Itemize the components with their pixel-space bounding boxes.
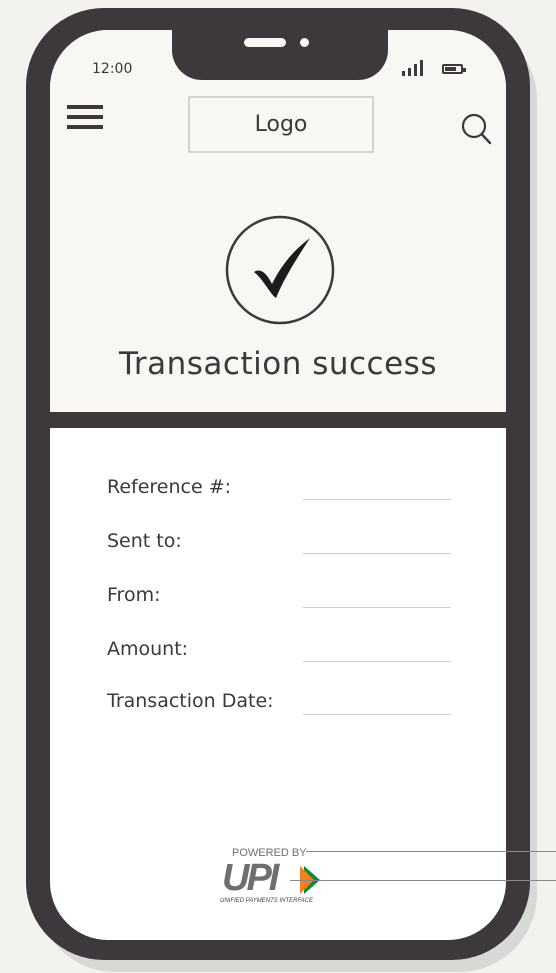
detail-label: From: xyxy=(107,584,161,606)
menu-icon[interactable] xyxy=(67,105,103,129)
detail-value-line xyxy=(303,714,451,715)
status-time: 12:00 xyxy=(92,61,133,77)
phone-screen: 12:00 Logo Transaction success Reference… xyxy=(50,30,506,940)
callout-line xyxy=(306,851,556,852)
detail-row-sent-to: Sent to: xyxy=(107,530,457,562)
detail-row-from: From: xyxy=(107,584,457,616)
notch xyxy=(172,30,388,80)
divider-band xyxy=(50,412,506,428)
callout-line xyxy=(290,880,556,881)
detail-label: Transaction Date: xyxy=(107,690,274,712)
checkmark-icon xyxy=(225,215,335,325)
detail-label: Reference #: xyxy=(107,476,232,498)
signal-icon xyxy=(402,60,432,76)
detail-row-reference: Reference #: xyxy=(107,476,457,508)
upi-logo: POWERED BY UPI UNIFIED PAYMENTS INTERFAC… xyxy=(216,847,396,911)
detail-value-line xyxy=(303,553,451,554)
detail-value-line xyxy=(303,607,451,608)
detail-value-line xyxy=(303,661,451,662)
camera-dot xyxy=(300,38,309,47)
detail-label: Amount: xyxy=(107,638,189,660)
logo[interactable]: Logo xyxy=(188,96,374,153)
page-title: Transaction success xyxy=(119,346,437,382)
detail-row-transaction-date: Transaction Date: xyxy=(107,690,457,722)
battery-icon xyxy=(442,64,466,74)
detail-value-line xyxy=(303,499,451,500)
upi-wordmark: UPI xyxy=(222,857,279,899)
speaker-pill xyxy=(244,38,286,47)
search-icon[interactable] xyxy=(460,112,492,146)
upi-full-name: UNIFIED PAYMENTS INTERFACE xyxy=(220,898,314,904)
detail-label: Sent to: xyxy=(107,530,182,552)
detail-row-amount: Amount: xyxy=(107,638,457,670)
